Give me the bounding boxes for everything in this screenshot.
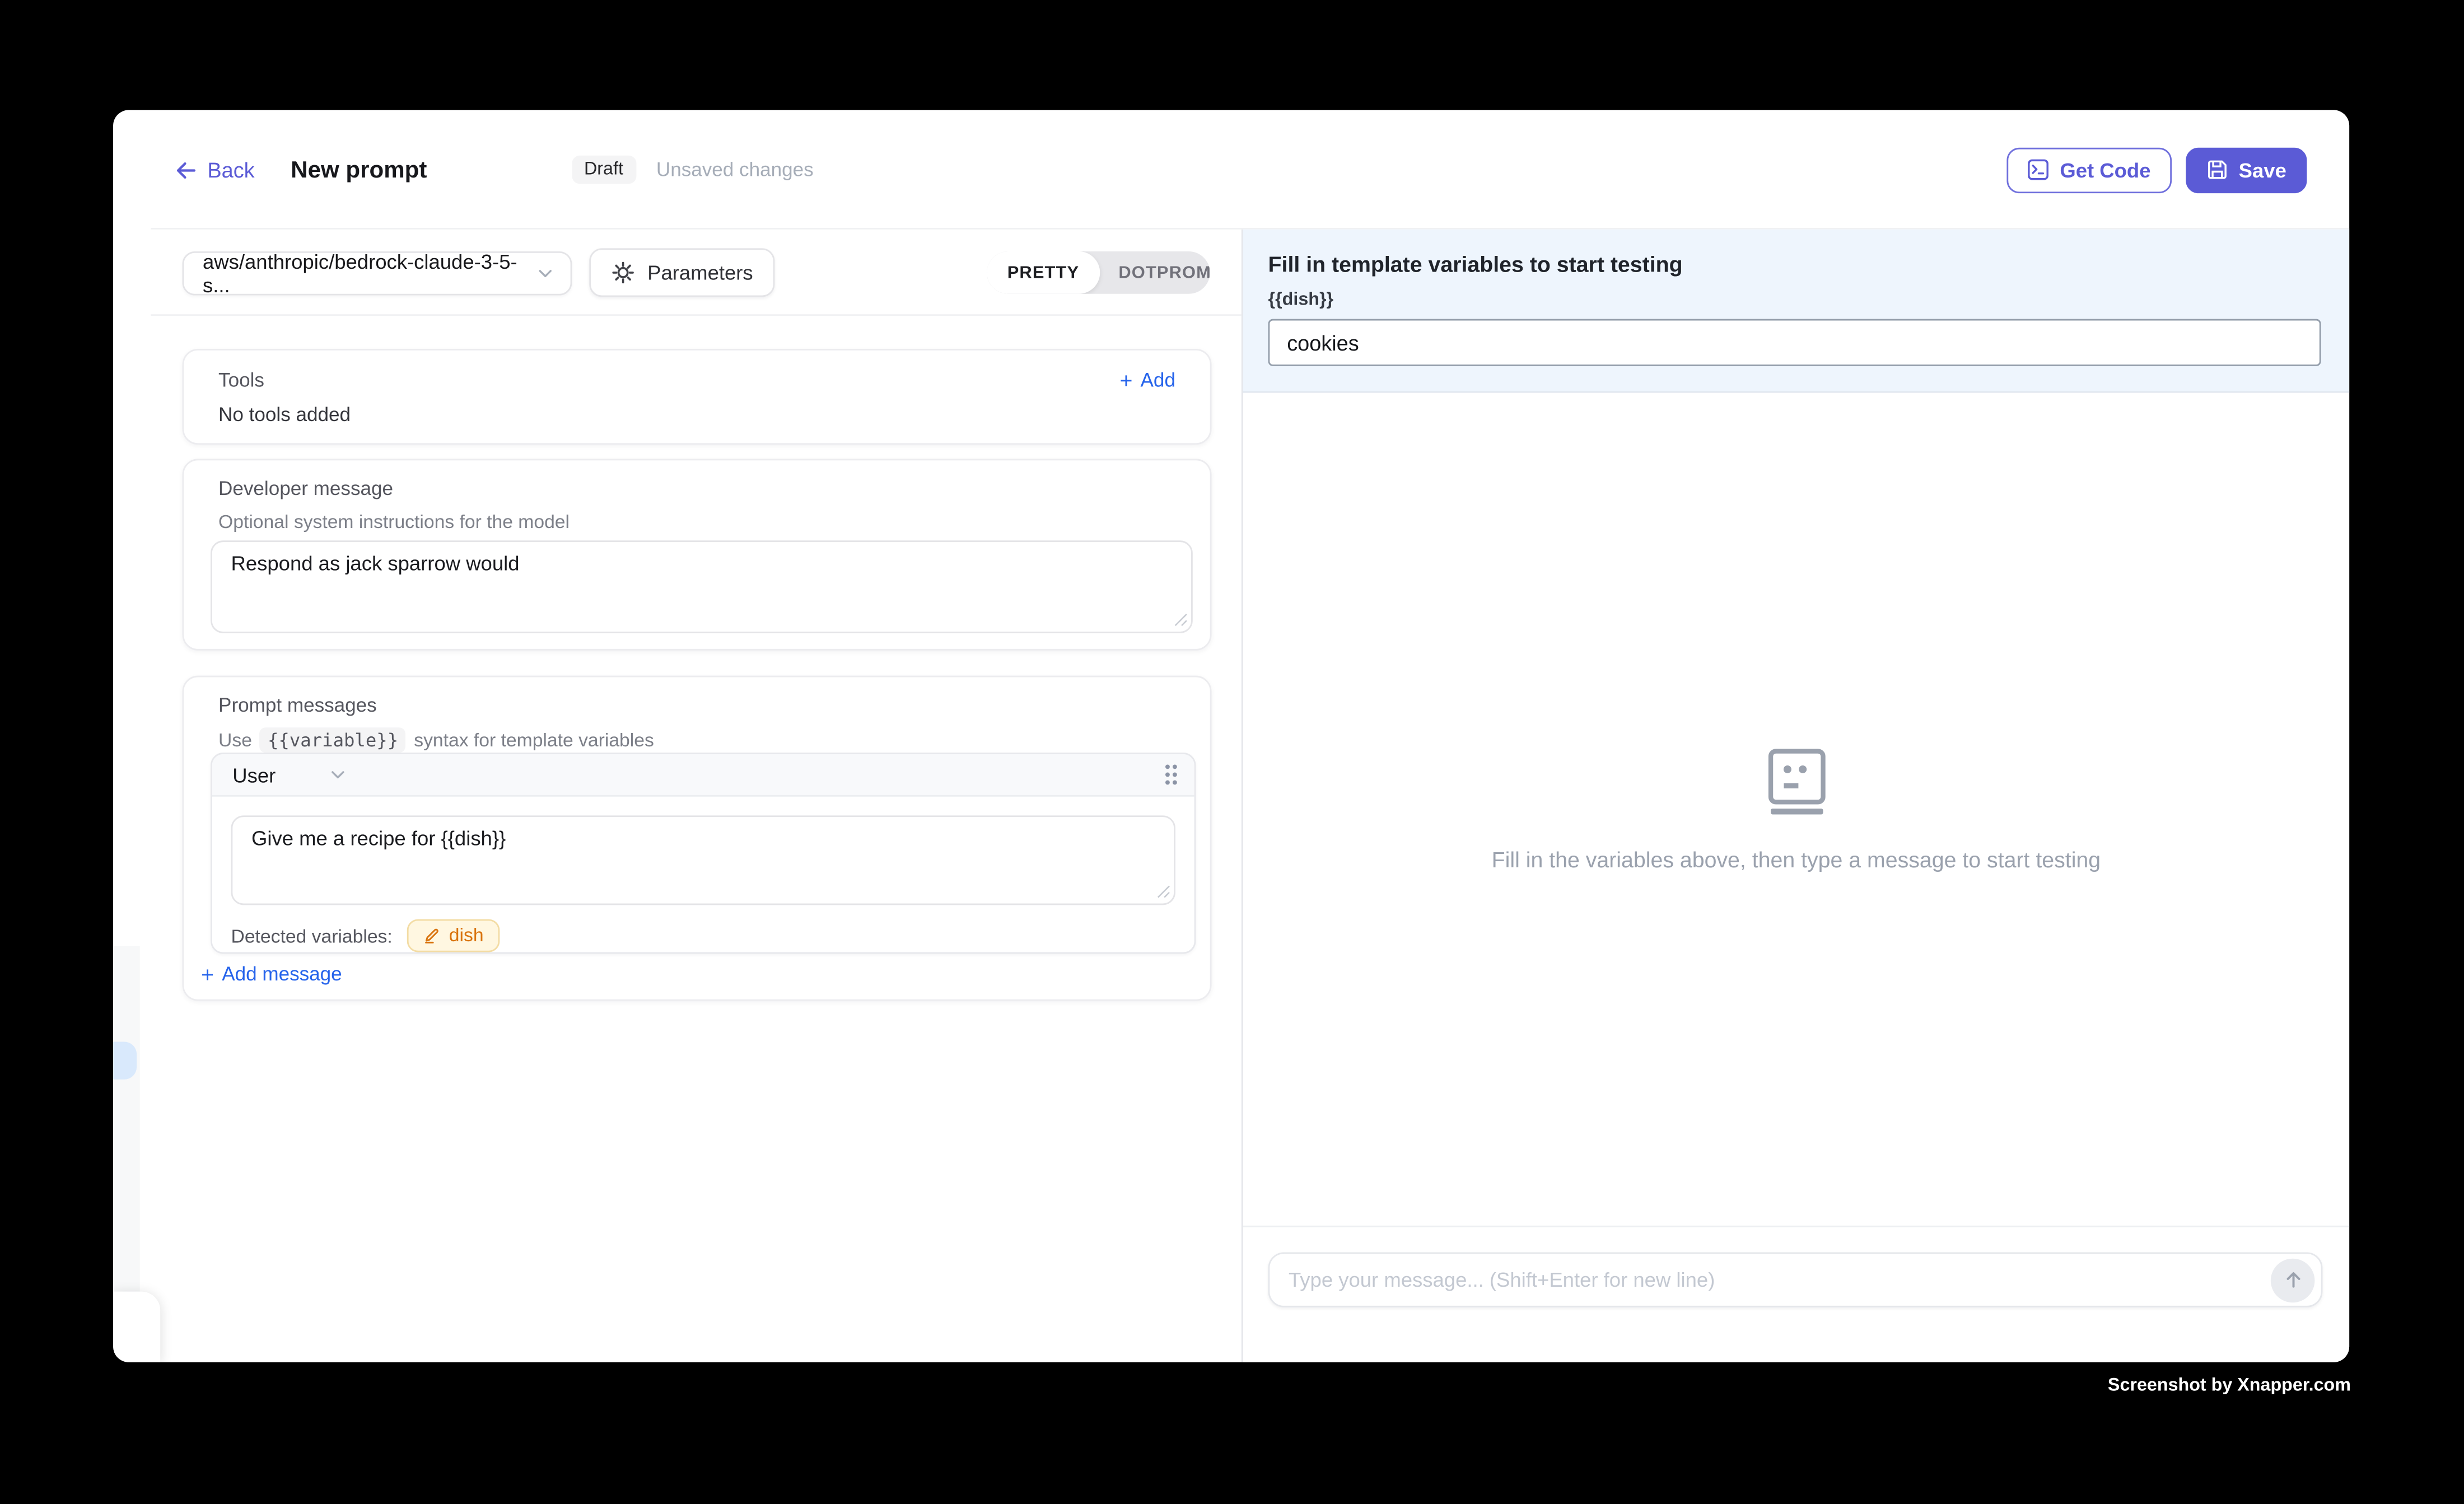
format-toggle[interactable]: PRETTY DOTPROMPT xyxy=(987,251,1210,294)
tools-card-title: Tools xyxy=(218,369,264,391)
developer-message-textarea[interactable]: Respond as jack sparrow would xyxy=(211,540,1193,633)
variable-value-input[interactable] xyxy=(1268,319,2321,366)
developer-message-title: Developer message xyxy=(218,478,1175,499)
left-nav-popover xyxy=(113,1292,160,1362)
save-label: Save xyxy=(2239,158,2286,181)
add-message-button[interactable]: + Add message xyxy=(201,963,342,985)
parameters-label: Parameters xyxy=(647,261,753,284)
status-badge: Draft xyxy=(572,156,636,184)
empty-state-text: Fill in the variables above, then type a… xyxy=(1492,846,2101,871)
prompt-messages-title: Prompt messages xyxy=(218,694,1175,716)
left-nav-active-item[interactable] xyxy=(113,1041,137,1079)
user-message-textarea[interactable]: Give me a recipe for {{dish}} xyxy=(231,815,1175,905)
format-toggle-pretty[interactable]: PRETTY xyxy=(987,251,1099,294)
message-role-select[interactable]: User xyxy=(232,763,276,786)
hint-prefix: Use xyxy=(218,729,252,751)
save-floppy-icon xyxy=(2206,158,2228,180)
detected-variables-row: Detected variables: dish xyxy=(231,919,1175,952)
message-composer xyxy=(1268,1252,2323,1307)
chevron-down-icon xyxy=(536,264,555,283)
back-button[interactable]: Back xyxy=(174,158,254,181)
plus-icon: + xyxy=(201,963,214,985)
variable-badge-dish[interactable]: dish xyxy=(407,919,500,952)
plus-icon: + xyxy=(1120,369,1133,391)
arrow-up-icon xyxy=(2281,1268,2304,1292)
test-panel-title: Fill in template variables to start test… xyxy=(1268,251,2321,277)
drag-handle-icon[interactable] xyxy=(1163,762,1179,787)
variable-badge-label: dish xyxy=(449,924,484,946)
model-selector-value: aws/anthropic/bedrock-claude-3-5-s... xyxy=(203,250,536,297)
terminal-icon xyxy=(2027,158,2048,180)
variable-name-label: {{dish}} xyxy=(1268,291,2321,310)
prompt-editor-window: Back New prompt Draft Unsaved changes Ge… xyxy=(113,110,2349,1362)
back-label: Back xyxy=(207,158,254,181)
format-toggle-dotprompt[interactable]: DOTPROMPT xyxy=(1100,251,1210,294)
watermark-text: Screenshot by Xnapper.com xyxy=(2108,1376,2351,1395)
pencil-icon xyxy=(422,926,441,945)
model-selector[interactable]: aws/anthropic/bedrock-claude-3-5-s... xyxy=(183,251,572,296)
message-role-header: User xyxy=(212,754,1194,797)
developer-message-subtitle: Optional system instructions for the mod… xyxy=(218,511,1175,533)
get-code-label: Get Code xyxy=(2060,158,2150,181)
composer-divider xyxy=(1243,1226,2350,1227)
prompt-messages-card: Prompt messages Use {{variable}} syntax … xyxy=(183,676,1212,1001)
variable-syntax-chip: {{variable}} xyxy=(260,727,406,753)
send-button[interactable] xyxy=(2271,1258,2315,1302)
add-tool-button[interactable]: + Add xyxy=(1120,369,1175,391)
page-title: New prompt xyxy=(291,156,427,183)
left-nav-strip xyxy=(113,946,140,1291)
hint-suffix: syntax for template variables xyxy=(414,729,654,751)
detected-variables-label: Detected variables: xyxy=(231,924,392,946)
tools-card: Tools + Add No tools added xyxy=(183,349,1212,445)
screenshot-stage: Back New prompt Draft Unsaved changes Ge… xyxy=(0,0,2464,1503)
editor-toolbar: aws/anthropic/bedrock-claude-3-5-s... Pa… xyxy=(151,230,1241,316)
arrow-left-icon xyxy=(174,158,198,181)
template-variables-section: Fill in template variables to start test… xyxy=(1243,230,2350,393)
test-panel: Fill in template variables to start test… xyxy=(1242,230,2349,1362)
bot-face-icon xyxy=(1767,747,1825,815)
save-button[interactable]: Save xyxy=(2185,147,2307,192)
get-code-button[interactable]: Get Code xyxy=(2006,147,2171,192)
add-message-label: Add message xyxy=(222,963,342,985)
tools-empty-text: No tools added xyxy=(218,404,1175,426)
chat-empty-state: Fill in the variables above, then type a… xyxy=(1243,393,2350,1226)
chevron-down-icon[interactable] xyxy=(329,765,348,784)
message-block: User Give me a recipe for {{dish}} xyxy=(211,753,1196,954)
variable-syntax-hint: Use {{variable}} syntax for template var… xyxy=(218,727,1175,753)
chat-message-input[interactable] xyxy=(1289,1268,2271,1292)
developer-message-card: Developer message Optional system instru… xyxy=(183,459,1212,650)
header: Back New prompt Draft Unsaved changes Ge… xyxy=(113,110,2349,229)
parameters-button[interactable]: Parameters xyxy=(589,248,775,297)
unsaved-changes-note: Unsaved changes xyxy=(656,158,814,180)
gear-icon xyxy=(612,261,635,284)
add-tool-label: Add xyxy=(1141,369,1175,391)
